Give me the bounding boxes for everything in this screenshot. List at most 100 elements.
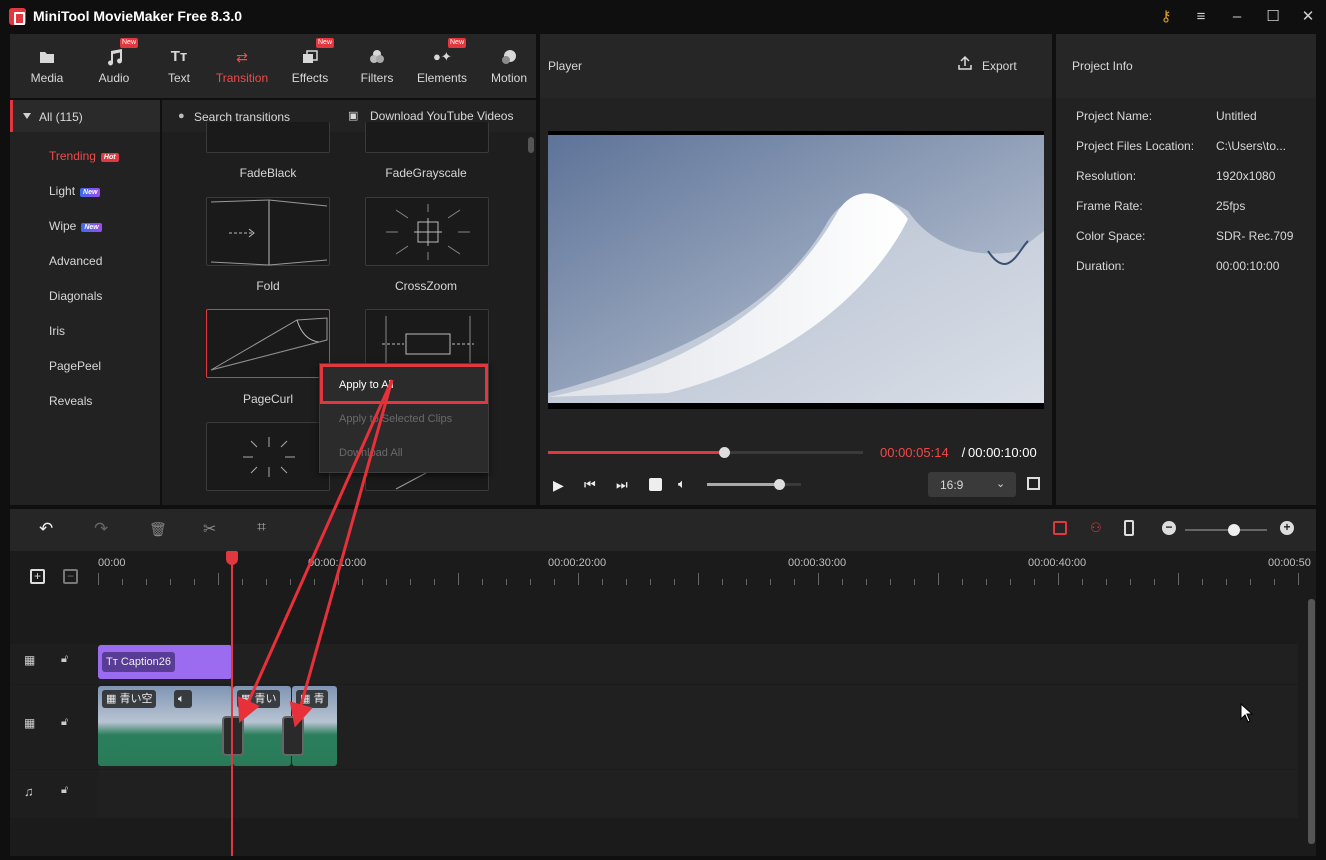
transition-thumb-pagecurl[interactable] xyxy=(206,309,330,378)
tab-elements[interactable]: ●✦ New Elements xyxy=(412,34,472,98)
stop-button[interactable] xyxy=(649,478,662,491)
category-iris[interactable]: Iris xyxy=(49,324,65,338)
info-label: Project Name: xyxy=(1076,109,1153,123)
title-bar: MiniTool MovieMaker Free 8.3.0 ⚷ ≡ – ☐ ✕ xyxy=(0,0,1326,34)
fit-icon[interactable] xyxy=(1124,520,1134,536)
ruler-tick xyxy=(818,573,819,585)
ruler-tick xyxy=(1130,579,1131,585)
aspect-ratio-select[interactable]: 16:9 ⌄ xyxy=(928,472,1016,497)
ruler-tick xyxy=(770,579,771,585)
ruler-tick xyxy=(986,579,987,585)
category-advanced[interactable]: Advanced xyxy=(49,254,102,268)
remove-track-icon[interactable]: − xyxy=(63,569,78,584)
zoom-handle[interactable] xyxy=(1228,524,1241,536)
close-button[interactable]: ✕ xyxy=(1297,6,1319,28)
volume-icon[interactable]: 🔈︎ xyxy=(678,476,686,492)
volume-slider[interactable] xyxy=(707,479,801,490)
snap-icon[interactable] xyxy=(1053,521,1067,535)
lock-icon[interactable]: 🔓︎ xyxy=(61,716,68,729)
media-toolbar: Media New Audio Tт Text ⇄ Transition New… xyxy=(10,34,536,98)
next-frame-button[interactable]: ⏭ xyxy=(616,477,628,493)
video-clip[interactable]: ▦ 青い空 🔈︎ xyxy=(98,686,232,766)
tab-audio[interactable]: New Audio xyxy=(84,34,144,98)
category-wipe[interactable]: Wipe New xyxy=(49,219,102,233)
pagecurl-preview-frame xyxy=(548,135,1044,403)
folder-icon xyxy=(40,52,54,63)
transition-thumb-fold[interactable] xyxy=(206,197,330,266)
caption-clip[interactable]: Tт Caption26 xyxy=(98,645,232,679)
volume-handle[interactable] xyxy=(774,479,786,490)
elements-icon: ●✦ xyxy=(433,49,452,64)
zoom-out-icon[interactable]: − xyxy=(1162,521,1176,535)
fold-preview-icon xyxy=(210,199,328,266)
track-header-video: ▦ 🔓︎ xyxy=(10,685,98,769)
download-all-menu-item[interactable]: Download All xyxy=(339,447,403,459)
tab-media[interactable]: Media xyxy=(17,34,77,98)
category-light[interactable]: Light New xyxy=(49,184,101,198)
progress-handle[interactable] xyxy=(719,447,731,458)
category-diagonals[interactable]: Diagonals xyxy=(49,289,102,303)
time-ruler[interactable]: 00:00 00:00:10:00 00:00:20:00 00:00:30:0… xyxy=(98,551,1311,593)
apply-to-selected-menu-item[interactable]: Apply to Selected Clips xyxy=(339,413,452,425)
transition-marker[interactable] xyxy=(222,716,244,756)
category-all[interactable]: All (115) xyxy=(10,100,160,132)
link-icon[interactable]: ⚇ xyxy=(1090,520,1102,536)
apply-to-all-menu-item[interactable]: Apply to All xyxy=(339,379,393,391)
lock-icon[interactable]: 🔓︎ xyxy=(61,653,68,666)
category-pagepeel[interactable]: PagePeel xyxy=(49,359,101,373)
info-value: 25fps xyxy=(1216,199,1246,213)
redo-icon[interactable]: ↷ xyxy=(94,519,108,539)
project-info-title: Project Info xyxy=(1072,59,1133,73)
add-track-icon[interactable]: + xyxy=(30,569,45,584)
audio-track xyxy=(98,770,1298,818)
undo-icon[interactable]: ↶ xyxy=(39,519,53,539)
ruler-tick xyxy=(338,573,339,585)
playhead[interactable] xyxy=(231,551,233,856)
category-reveals[interactable]: Reveals xyxy=(49,394,92,408)
ruler-tick xyxy=(650,579,651,585)
playhead-handle[interactable] xyxy=(226,551,238,565)
key-icon[interactable]: ⚷ xyxy=(1155,6,1177,28)
tab-filters[interactable]: Filters xyxy=(347,34,407,98)
scissors-icon[interactable]: ✂ xyxy=(203,519,216,539)
ruler-tick xyxy=(458,573,459,585)
timeline: + − 00:00 00:00:10:00 00:00:20:00 00:00:… xyxy=(10,551,1316,856)
player-header: Player Export xyxy=(540,34,1052,98)
playback-progress[interactable] xyxy=(548,447,863,458)
download-youtube-button[interactable]: Download YouTube Videos xyxy=(370,109,513,123)
project-info-header: Project Info xyxy=(1056,34,1316,98)
transition-thumb-fadeblack[interactable] xyxy=(206,122,330,153)
transition-thumb-burst[interactable] xyxy=(206,422,330,491)
maximize-button[interactable]: ☐ xyxy=(1262,6,1284,28)
transition-thumb-crosszoom[interactable] xyxy=(365,197,489,266)
lock-icon[interactable]: 🔓︎ xyxy=(61,784,68,797)
ruler-tick xyxy=(1274,579,1275,585)
crop-icon[interactable]: ⌗ xyxy=(257,519,266,537)
info-label: Frame Rate: xyxy=(1076,199,1143,213)
minimize-button[interactable]: – xyxy=(1226,6,1248,28)
zoom-slider[interactable] xyxy=(1185,524,1267,536)
tab-transition[interactable]: ⇄ Transition xyxy=(212,34,272,98)
delete-icon[interactable]: 🗑︎ xyxy=(149,521,167,538)
library-scrollbar[interactable] xyxy=(528,137,534,153)
chevron-down-icon: ⌄ xyxy=(996,478,1006,490)
export-button[interactable]: Export xyxy=(982,59,1017,73)
ruler-tick xyxy=(1250,579,1251,585)
new-badge: New xyxy=(448,38,467,48)
category-trending[interactable]: Trending Hot xyxy=(49,149,119,163)
fullscreen-icon[interactable] xyxy=(1027,477,1040,490)
ruler-tick xyxy=(1106,579,1107,585)
transition-label: FadeGrayscale xyxy=(385,166,467,180)
zoom-in-icon[interactable]: + xyxy=(1280,521,1294,535)
tab-effects[interactable]: New Effects xyxy=(280,34,340,98)
tab-text[interactable]: Tт Text xyxy=(149,34,209,98)
previous-frame-button[interactable]: ⏮ xyxy=(584,477,596,493)
timeline-scrollbar[interactable] xyxy=(1308,599,1315,844)
play-button[interactable]: ▶ xyxy=(553,477,564,494)
transition-marker[interactable] xyxy=(282,716,304,756)
hot-badge: Hot xyxy=(100,153,119,162)
menu-icon[interactable]: ≡ xyxy=(1190,6,1212,28)
new-badge: New xyxy=(80,188,101,197)
transition-thumb-fadegrayscale[interactable] xyxy=(365,122,489,153)
tab-motion[interactable]: Motion xyxy=(479,34,539,98)
